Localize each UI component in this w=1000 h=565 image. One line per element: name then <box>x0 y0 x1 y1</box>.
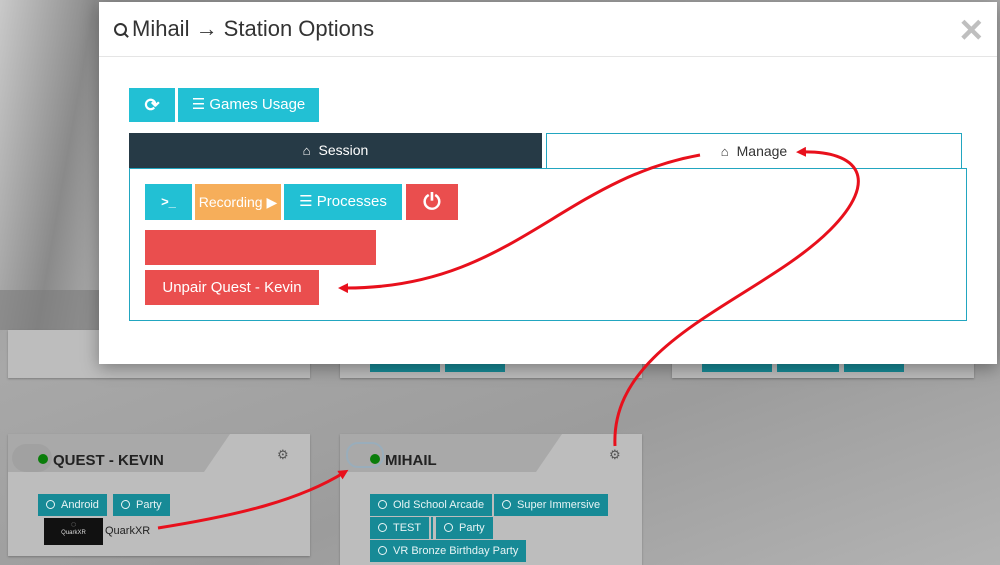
tag-strip <box>370 364 440 372</box>
quarkxr-logo: ◌ QuarkXR <box>44 518 103 545</box>
circle-icon <box>121 500 130 509</box>
status-online-icon <box>38 454 48 464</box>
processes-button[interactable]: ☰ Processes <box>284 184 402 220</box>
tag-party[interactable]: Party <box>113 494 170 516</box>
gear-icon[interactable]: ⚙ <box>277 447 289 463</box>
circle-icon <box>378 500 387 509</box>
tag-strip <box>844 364 904 372</box>
status-online-icon <box>370 454 380 464</box>
tag-party[interactable]: Party <box>436 517 493 539</box>
home-icon: ⌂ <box>302 143 311 158</box>
tag-strip <box>777 364 839 372</box>
station-name: MIHAIL <box>370 452 437 469</box>
list-icon: ☰ <box>191 96 210 113</box>
refresh-button[interactable]: ⟳ <box>129 88 175 122</box>
tab-session[interactable]: ⌂ Session <box>129 133 542 168</box>
background-blur-shape <box>0 290 100 330</box>
search-icon <box>114 23 127 36</box>
close-button[interactable]: × <box>960 10 983 50</box>
power-icon: ⏻ <box>423 189 441 214</box>
home-icon: ⌂ <box>720 144 729 159</box>
tag-android[interactable]: Android <box>38 494 107 516</box>
tag-strip <box>445 364 505 372</box>
modal-title: Mihail → Station Options <box>114 16 374 42</box>
station-card-mihail[interactable]: MIHAIL ⚙ Old School Arcade Super Immersi… <box>340 434 642 565</box>
app-label: QuarkXR <box>105 525 151 537</box>
card-header-slant <box>204 434 230 472</box>
circle-icon <box>46 500 55 509</box>
circle-icon <box>444 523 453 532</box>
circle-icon <box>502 500 511 509</box>
tag-old-school-arcade[interactable]: Old School Arcade <box>370 494 493 516</box>
station-name: QUEST - KEVIN <box>38 452 164 469</box>
modal-header: Mihail → Station Options × <box>99 2 997 57</box>
list-icon: ☰ <box>299 193 317 210</box>
recording-button[interactable]: Recording ▶ <box>195 184 281 220</box>
station-card-quest-kevin[interactable]: QUEST - KEVIN ⚙ Android Party ◌ QuarkXR Q… <box>8 434 310 556</box>
station-options-modal: Mihail → Station Options × ⟳ ☰ Games Usa… <box>99 2 997 364</box>
background-blur-shape <box>0 0 100 330</box>
terminal-button[interactable]: >_ <box>145 184 192 220</box>
tag-vr-bronze-birthday-party[interactable]: VR Bronze Birthday Party <box>370 540 527 562</box>
card-header-slant <box>536 434 562 472</box>
terminal-icon: >_ <box>161 194 176 209</box>
voice-chat-button[interactable]: ◂ Voice Chat | Click to Enable <box>145 230 376 291</box>
tag-strip <box>702 364 772 372</box>
gear-icon[interactable]: ⚙ <box>609 447 621 463</box>
tag-separator <box>431 517 433 539</box>
refresh-icon: ⟳ <box>144 95 160 115</box>
tab-manage[interactable]: ⌂ Manage <box>546 133 962 169</box>
games-usage-button[interactable]: ☰ Games Usage <box>178 88 319 122</box>
circle-icon <box>378 523 387 532</box>
unpair-quest-button[interactable]: Unpair Quest - Kevin <box>145 270 319 305</box>
tag-test[interactable]: TEST <box>370 517 430 539</box>
circle-icon <box>378 546 387 555</box>
tag-super-immersive[interactable]: Super Immersive <box>494 494 609 516</box>
power-button[interactable]: ⏻ <box>406 184 458 220</box>
